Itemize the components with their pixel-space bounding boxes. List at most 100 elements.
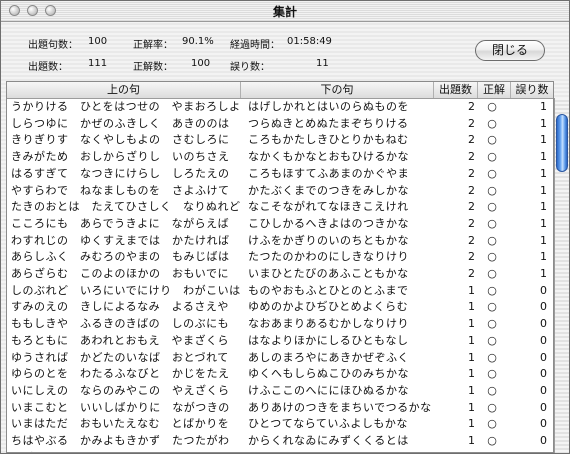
cell-count: 1 (468, 333, 475, 347)
title-bar: 集計 (1, 1, 569, 22)
cell-kami: きりぎりす なくやしもよの さむしろに (11, 133, 230, 147)
cell-wrong: 0 (540, 317, 547, 331)
cell-wrong: 0 (540, 283, 547, 297)
cell-count: 1 (468, 400, 475, 414)
cell-shimo: ものやおもふとひとのとふまで (248, 283, 409, 297)
cell-count: 1 (468, 300, 475, 314)
table-row[interactable]: わすれじの ゆくすえまでは かたければ けふをかぎりのいのちともかな 2 ○ 1 (7, 233, 553, 250)
table-row[interactable]: しのぶれど いろにいでにけり わがこいは ものやおもふとひとのとふまで 1 ○ 0 (7, 283, 553, 300)
column-header-count[interactable]: 出題数 (434, 82, 478, 98)
table-row[interactable]: ゆうされば かどたのいなば おとづれて あしのまろやにあきかぜぞふく 1 ○ 0 (7, 350, 553, 367)
table-row[interactable]: うかりける ひとをはつせの やまおろしよ はげしかれとはいのらぬものを 2 ○ 1 (7, 99, 553, 116)
cell-correct: ○ (487, 317, 497, 331)
cell-correct: ○ (487, 434, 497, 447)
cell-kami: やすらわで ねなましものを さよふけて (11, 183, 230, 197)
table-row[interactable]: あらしふく みむろのやまの もみじばは たつたのかわのにしきなりけり 2 ○ 1 (7, 249, 553, 266)
cell-kami: ちはやぶる かみよもきかず たつたがわ (11, 434, 230, 447)
correct-label: 正解数： (133, 62, 173, 73)
table-row[interactable]: ちぎりきな かたみにそでを しぼりつつ すゑのまつやまなみこさしとは 1 ○ 0 (7, 450, 553, 452)
cell-shimo: たつたのかわのにしきなりけり (248, 250, 409, 264)
cell-shimo: けふをかぎりのいのちともかな (248, 233, 409, 247)
cell-kami: ゆうされば かどたのいなば おとづれて (11, 350, 229, 364)
cell-correct: ○ (487, 400, 497, 414)
table-row[interactable]: ゆらのとを わたるふなびと かじをたえ ゆくへもしらぬこひのみちかな 1 ○ 0 (7, 366, 553, 383)
column-header-kami[interactable]: 上の句 (7, 82, 241, 98)
cell-correct: ○ (487, 233, 497, 247)
table-row[interactable]: きみがため おしからざりし いのちさえ なかくもかなとおもひけるかな 2 ○ 1 (7, 149, 553, 166)
window-title: 集計 (272, 5, 297, 19)
column-header-wrong[interactable]: 誤り数 (511, 82, 553, 98)
table-row[interactable]: たきのおとは たえてひさしく なりぬれど なこそながれてなほきこえけれ 2 ○ 1 (7, 199, 553, 216)
table-row[interactable]: ちはやぶる かみよもきかず たつたがわ からくれなゐにみずくくるとは 1 ○ 0 (7, 433, 553, 450)
cell-shimo: なかくもかなとおもひけるかな (248, 150, 409, 164)
cell-wrong: 0 (540, 434, 547, 447)
cell-count: 2 (468, 100, 475, 113)
table-row[interactable]: やすらわで ねなましものを さよふけて かたぶくまでのつきをみしかな 2 ○ 1 (7, 183, 553, 200)
cell-wrong: 1 (540, 183, 547, 197)
cell-count: 2 (468, 216, 475, 230)
table-row[interactable]: しらつゆに かぜのふきしく あきののは つらぬきとめぬたまぞちりける 2 ○ 1 (7, 116, 553, 133)
close-button[interactable]: 閉じる (475, 40, 545, 61)
cell-count: 1 (468, 417, 475, 431)
table-row[interactable]: ももしきや ふるきのきばの しのぶにも なおあまりあるむかしなりけり 1 ○ 0 (7, 316, 553, 333)
cell-shimo: ゆくへもしらぬこひのみちかな (248, 367, 409, 381)
table-row[interactable]: きりぎりす なくやしもよの さむしろに ころもかたしきひとりかもねむ 2 ○ 1 (7, 132, 553, 149)
column-header-shimo[interactable]: 下の句 (241, 82, 434, 98)
cell-count: 1 (439, 450, 475, 452)
table-row[interactable]: すみのえの きしによるなみ よるさえや ゆめのかよひぢひとめよくらむ 1 ○ 0 (7, 299, 553, 316)
correct-value: 100 (191, 58, 211, 69)
accuracy-label: 正解率： (133, 40, 173, 51)
cell-wrong: 0 (517, 450, 547, 452)
cell-kami: しらつゆに かぜのふきしく あきののは (11, 116, 230, 130)
cell-wrong: 0 (540, 333, 547, 347)
cell-correct: ○ (487, 383, 497, 397)
cell-wrong: 1 (540, 116, 547, 130)
cell-count: 2 (468, 250, 475, 264)
table-row[interactable]: こころにも あらでうきよに ながらえば こひしかるへきよはのつきかな 2 ○ 1 (7, 216, 553, 233)
cell-correct: ○ (487, 300, 497, 314)
wrong-label: 誤り数： (230, 62, 270, 73)
cell-kami: わすれじの ゆくすえまでは かたければ (11, 233, 230, 247)
cell-shimo: けふここのへににほひぬるかな (248, 383, 409, 397)
column-header-correct[interactable]: 正解 (478, 82, 511, 98)
vertical-scrollbar[interactable] (554, 98, 569, 453)
cell-count: 2 (468, 200, 475, 214)
cell-shimo: ありあけのつきをまちいでつるかな (248, 400, 432, 414)
cell-wrong: 0 (540, 383, 547, 397)
cell-correct: ○ (487, 183, 497, 197)
cell-shimo: ころもかたしきひとりかもねむ (248, 133, 409, 147)
cell-correct: ○ (487, 333, 497, 347)
cell-kami: ちぎりきな かたみにそでを しぼりつつ (11, 450, 241, 452)
elapsed-label: 経過時間： (230, 40, 280, 51)
cell-shimo: こひしかるへきよはのつきかな (248, 216, 409, 230)
table-row[interactable]: はるすぎて なつきにけらし しろたえの ころもほすてふあまのかぐやま 2 ○ 1 (7, 166, 553, 183)
cell-count: 1 (468, 317, 475, 331)
table-row[interactable]: いにしえの ならのみやこの やえざくら けふここのへににほひぬるかな 1 ○ 0 (7, 383, 553, 400)
cell-count: 2 (468, 150, 475, 164)
table-row[interactable]: あらざらむ このよのほかの おもいでに いまひとたびのあふこともかな 2 ○ 1 (7, 266, 553, 283)
cell-kami: あらしふく みむろのやまの もみじばは (11, 250, 230, 264)
cell-shimo: いまひとたびのあふこともかな (248, 267, 409, 280)
cell-correct: ○ (487, 200, 497, 214)
scrollbar-thumb[interactable] (556, 114, 568, 172)
cell-correct: ○ (487, 350, 497, 364)
cell-kami: すみのえの きしによるなみ よるさえや (11, 300, 229, 314)
cell-shimo: すゑのまつやまなみこさしとは (248, 450, 434, 452)
cell-count: 2 (468, 166, 475, 180)
cell-shimo: なこそながれてなほきこえけれ (248, 200, 409, 214)
table-row[interactable]: いまはただ おもいたえなむ とばかりを ひとつてならていふよしもかな 1 ○ 0 (7, 416, 553, 433)
cell-wrong: 1 (540, 250, 547, 264)
cell-count: 1 (468, 383, 475, 397)
cell-wrong: 1 (540, 166, 547, 180)
summary-window: 集計 出題句数： 100 正解率： 90.1% 経過時間： 01:58:49 出… (0, 0, 570, 454)
cell-wrong: 0 (540, 300, 547, 314)
table-row[interactable]: いまこむと いいしばかりに ながつきの ありあけのつきをまちいでつるかな 1 ○ 0 (7, 400, 553, 417)
results-table: 上の句 下の句 出題数 正解 誤り数 うかりける ひとをはつせの やまおろしよは… (6, 81, 554, 453)
cell-wrong: 1 (540, 133, 547, 147)
cell-wrong: 1 (540, 233, 547, 247)
cell-shimo: ゆめのかよひぢひとめよくらむ (248, 300, 409, 314)
cell-shimo: かたぶくまでのつきをみしかな (248, 183, 409, 197)
cell-count: 1 (468, 367, 475, 381)
table-row[interactable]: もろともに あわれとおもえ やまざくら はなよりほかにしるひともなし 1 ○ 0 (7, 333, 553, 350)
cell-correct: ○ (487, 133, 497, 147)
